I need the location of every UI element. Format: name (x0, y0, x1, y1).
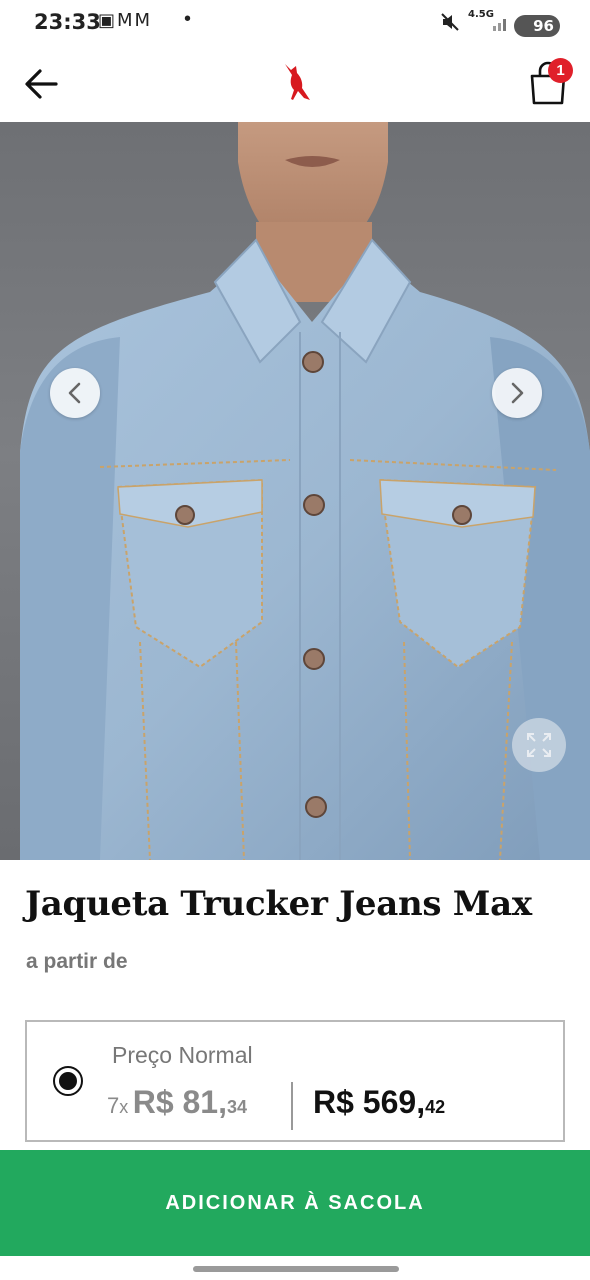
full-price-cents: 42 (425, 1097, 446, 1117)
price-type-label: Preço Normal (112, 1042, 253, 1068)
price-divider (291, 1082, 293, 1130)
installment-x: x (119, 1097, 129, 1117)
product-title: Jaqueta Trucker Jeans Max (25, 884, 532, 924)
full-price-value: R$ 569, (313, 1084, 426, 1120)
installment-count: 7 (107, 1093, 120, 1118)
expand-image-button[interactable] (512, 718, 566, 772)
jacket-photo (20, 122, 590, 860)
radio-selected-dot (59, 1072, 77, 1090)
next-image-button[interactable] (492, 368, 542, 418)
notification-icons: ▣ⅯⅯ (98, 10, 153, 31)
battery-level: 96 (533, 17, 554, 35)
battery-icon: 96 (514, 15, 560, 37)
installment-value: R$ 81, (132, 1084, 227, 1120)
price-option-card[interactable]: Preço Normal 7x R$ 81,34 R$ 569,42 (25, 1020, 565, 1142)
back-arrow-icon[interactable] (20, 62, 64, 106)
previous-image-button[interactable] (50, 368, 100, 418)
full-price: R$ 569,42 (313, 1084, 445, 1121)
more-notifications-dot-icon: • (184, 8, 192, 30)
app-header: 1 (0, 44, 590, 122)
installment-cents: 34 (226, 1097, 248, 1117)
chevron-left-icon (68, 382, 81, 404)
installment-price: 7x R$ 81,34 (107, 1084, 247, 1121)
price-option-radio[interactable] (53, 1066, 83, 1096)
home-indicator[interactable] (193, 1266, 399, 1272)
network-type: 4.5G (468, 9, 494, 20)
mute-icon (441, 13, 459, 31)
chevron-right-icon (511, 382, 524, 404)
price-from-label: a partir de (26, 950, 128, 973)
status-time: 23:33 (34, 10, 101, 34)
status-bar: 23:33 ▣ⅯⅯ • 4.5G 96 (0, 0, 590, 44)
bag-count-badge: 1 (548, 58, 573, 83)
product-image[interactable] (0, 122, 590, 860)
add-to-bag-button[interactable]: ADICIONAR À SACOLA (0, 1150, 590, 1256)
signal-icon (493, 19, 506, 31)
brand-logo-bird-icon[interactable] (276, 60, 316, 104)
expand-icon (527, 733, 551, 757)
